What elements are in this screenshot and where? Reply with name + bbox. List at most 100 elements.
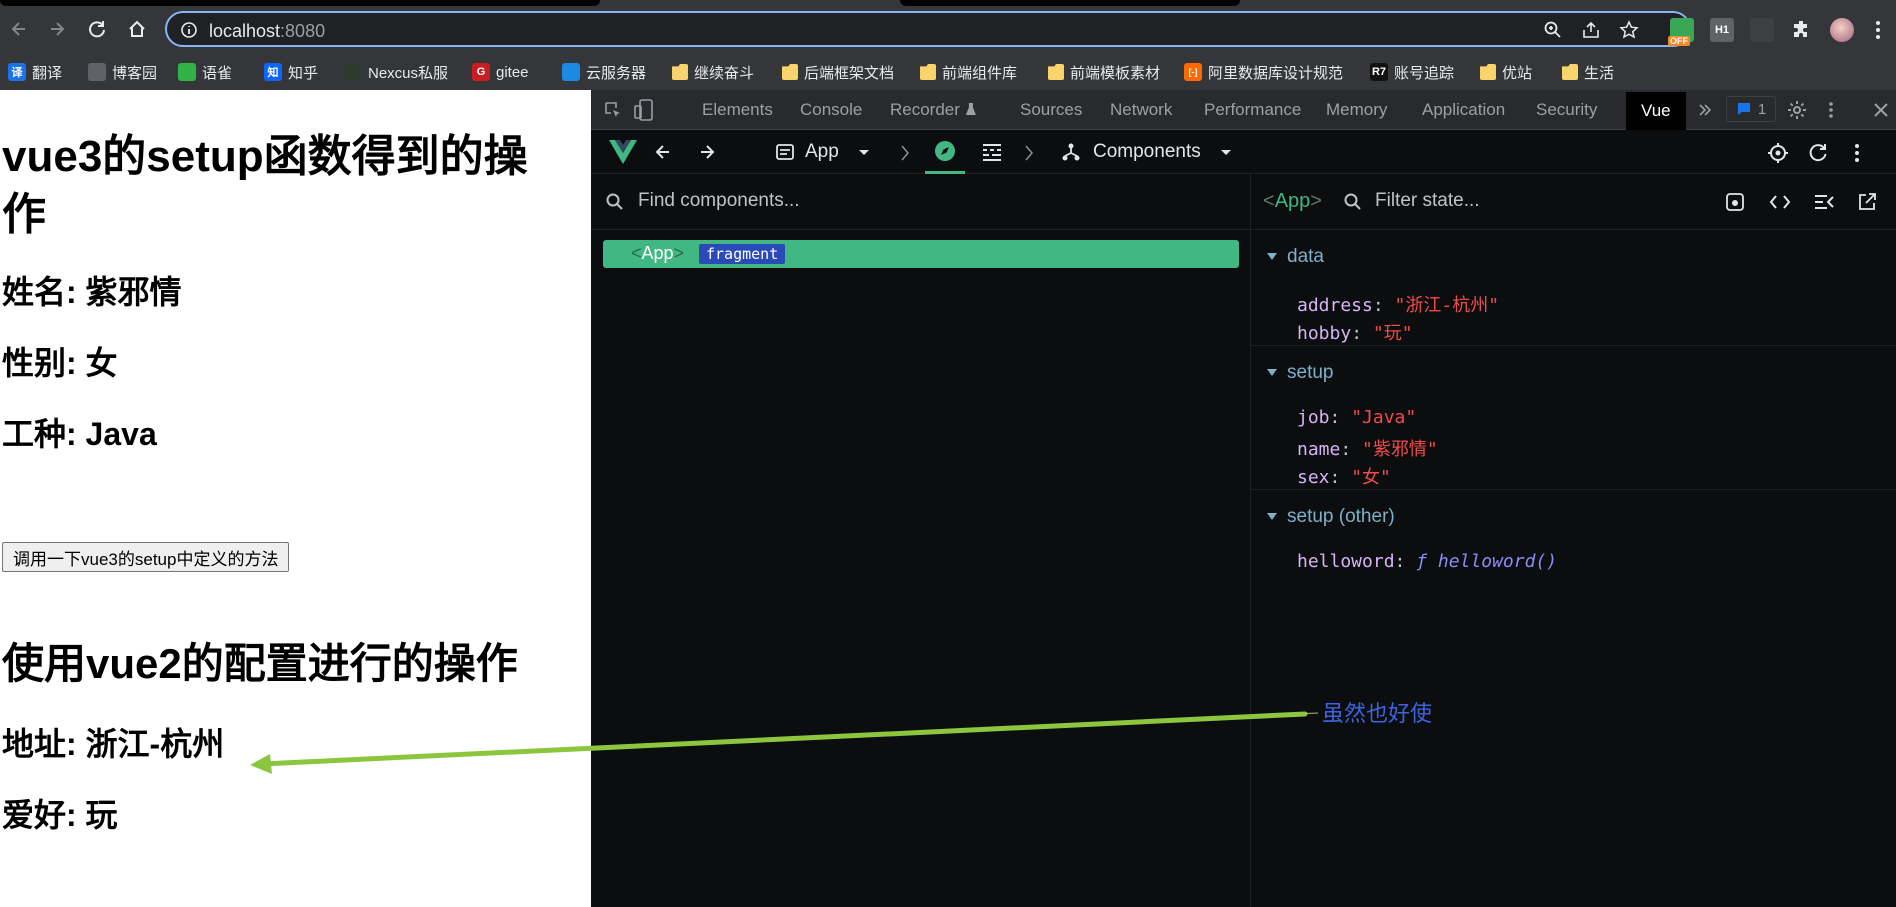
back-arrow-icon [11, 22, 25, 36]
bookmarks-bar: 译翻译 博客园 语雀 知知乎 Nexcus私服 Ggitee 云服务器 继续奋斗 后端框架文档 前… [0, 52, 1896, 90]
hobby-line: 爱好: 玩 [2, 797, 118, 833]
timeline-icon[interactable] [981, 142, 1003, 162]
extension-toggle-icon[interactable]: OFF [1668, 18, 1694, 46]
bookmark-item[interactable]: 继续奋斗 [672, 61, 754, 83]
inspect-dom-icon[interactable] [1813, 192, 1835, 212]
tree-node-tag: <App> [631, 243, 685, 263]
section-toggle-setup[interactable]: setup [1267, 362, 1333, 384]
bookmark-item[interactable]: Nexcus私服 [344, 61, 448, 83]
folder-icon [782, 64, 798, 80]
bookmark-item[interactable]: 知知乎 [264, 61, 318, 83]
prop-key: helloword [1297, 551, 1395, 572]
fragment-badge: fragment [699, 244, 786, 264]
devtools-tab-memory[interactable]: Memory [1326, 100, 1387, 120]
tree-node-app[interactable]: <App> fragment [603, 240, 1239, 268]
folder-icon [1480, 64, 1496, 80]
reload-button[interactable] [84, 16, 110, 42]
home-button[interactable] [124, 16, 150, 42]
devtools-tab-elements[interactable]: Elements [702, 100, 773, 120]
forward-button[interactable] [44, 16, 70, 42]
bookmark-item[interactable]: 译翻译 [8, 61, 62, 83]
target-select-icon[interactable] [1767, 142, 1789, 164]
call-setup-method-button[interactable]: 调用一下vue3的setup中定义的方法 [2, 542, 290, 572]
menu-dots-icon[interactable] [1866, 18, 1890, 42]
components-view-button[interactable] [925, 130, 965, 174]
code-icon[interactable] [1769, 192, 1791, 212]
h1-extension-icon[interactable]: H1 [1710, 18, 1734, 42]
reload-icon [89, 21, 105, 38]
refresh-icon[interactable] [1807, 142, 1829, 164]
yuque-icon [178, 63, 196, 81]
open-in-editor-icon[interactable] [1857, 192, 1877, 212]
address-line: 地址: 浙江-杭州 [2, 726, 225, 762]
bookmark-item[interactable]: 语雀 [178, 61, 232, 83]
bookmark-item[interactable]: 云服务器 [562, 61, 646, 83]
bookmark-label: 知乎 [288, 64, 319, 82]
devtools-tab-application[interactable]: Application [1422, 100, 1505, 120]
profile-avatar[interactable] [1830, 18, 1854, 42]
find-components-input[interactable]: Find components... [638, 190, 800, 212]
address-bar[interactable]: localhost:8080 [165, 11, 1691, 47]
device-toolbar-icon[interactable] [633, 98, 655, 122]
bookmark-label: 云服务器 [586, 64, 647, 82]
bookmark-item[interactable]: [-] 阿里数据库设计规范 [1184, 61, 1343, 83]
state-prop-job[interactable]: job: "Java" [1297, 407, 1416, 428]
devtools-tab-security[interactable]: Security [1536, 100, 1597, 120]
bookmark-item[interactable]: 优站 [1480, 61, 1532, 83]
section-toggle-setup-other[interactable]: setup (other) [1267, 506, 1395, 528]
extensions-puzzle-icon[interactable] [1790, 18, 1814, 42]
state-prop-name[interactable]: name: "紫邪情" [1297, 435, 1438, 461]
share-icon[interactable] [1581, 20, 1601, 40]
bookmark-item[interactable]: 后端框架文档 [782, 61, 894, 83]
scroll-to-component-icon[interactable] [1725, 192, 1745, 212]
folder-icon [1048, 64, 1064, 80]
bookmark-item[interactable]: 博客园 [88, 61, 157, 83]
prop-value: "女" [1351, 467, 1391, 488]
app-selector-label: App [805, 141, 839, 162]
state-header-row: <App> Filter state... [1251, 174, 1896, 230]
bookmark-item[interactable]: 生活 [1562, 61, 1614, 83]
state-prop-address[interactable]: address: "浙江-杭州" [1297, 291, 1499, 317]
nav-forward-icon[interactable] [697, 142, 717, 162]
issues-counter-button[interactable]: 1 [1726, 96, 1776, 122]
cloud-icon [562, 63, 580, 81]
state-prop-sex[interactable]: sex: "女" [1297, 463, 1391, 489]
devtools-tab-vue[interactable]: Vue [1626, 92, 1686, 130]
more-tabs-chevron-icon[interactable] [1697, 102, 1713, 118]
devtools-tab-performance[interactable]: Performance [1204, 100, 1301, 120]
zoom-icon[interactable] [1543, 20, 1563, 40]
devtools-menu-icon[interactable] [1821, 100, 1841, 120]
bookmark-label: 阿里数据库设计规范 [1208, 64, 1344, 82]
app-selector[interactable]: App [775, 130, 871, 174]
state-prop-hobby[interactable]: hobby: "玩" [1297, 319, 1413, 345]
bookmark-star-icon[interactable] [1619, 20, 1639, 40]
devtools-tab-network[interactable]: Network [1110, 100, 1172, 120]
back-button[interactable] [6, 16, 32, 42]
info-icon[interactable] [179, 20, 199, 40]
close-icon[interactable] [1871, 100, 1891, 120]
folder-icon [920, 64, 936, 80]
sex-line: 性别: 女 [2, 345, 118, 381]
section-toggle-data[interactable]: data [1267, 246, 1324, 268]
url-host: localhost [209, 21, 281, 41]
app-window-icon [776, 144, 794, 160]
state-prop-helloword[interactable]: helloword: ƒ helloword() [1297, 551, 1557, 572]
devtools-tab-sources[interactable]: Sources [1020, 100, 1082, 120]
bookmark-item[interactable]: 前端组件库 [920, 61, 1017, 83]
extension-icon[interactable] [1750, 18, 1774, 42]
page-title-setup: vue3的setup函数得到的操作 [2, 132, 528, 239]
more-options-icon[interactable] [1847, 142, 1867, 164]
filter-state-input[interactable]: Filter state... [1375, 190, 1480, 212]
view-selector[interactable]: Components [1061, 130, 1233, 174]
nav-back-icon[interactable] [653, 142, 673, 162]
settings-gear-icon[interactable] [1787, 100, 1807, 120]
bookmark-item[interactable]: R7 账号追踪 [1370, 61, 1454, 83]
bookmark-item[interactable]: 前端模板素材 [1048, 61, 1160, 83]
devtools-tab-console[interactable]: Console [800, 100, 862, 120]
devtools-tab-recorder[interactable]: Recorder [890, 100, 976, 120]
find-components-row[interactable]: Find components... [591, 174, 1251, 230]
vue-devtools-main: Find components... <App> fragment <App> … [591, 174, 1896, 907]
bookmark-item[interactable]: Ggitee [472, 61, 529, 83]
inspect-element-icon[interactable] [603, 100, 623, 120]
nexus-icon [344, 63, 362, 81]
